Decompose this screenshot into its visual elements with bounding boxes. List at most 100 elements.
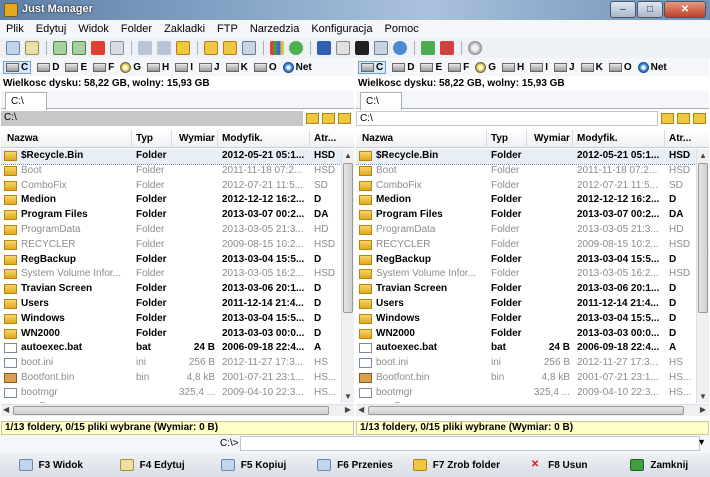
drive-i[interactable]: I — [530, 62, 548, 73]
column-modified[interactable]: Modyfik. — [222, 133, 263, 144]
column-divider[interactable] — [572, 130, 573, 148]
settings-gear-icon[interactable] — [468, 41, 482, 55]
disconnect-icon[interactable] — [440, 41, 454, 55]
f5-copy-button[interactable]: F5 Kopiuj — [203, 459, 304, 471]
folder-history-icon[interactable] — [306, 112, 319, 124]
horizontal-scrollbar[interactable]: ◀ ▶ — [1, 404, 354, 416]
f7-new-folder-button[interactable]: F7 Zrob folder — [406, 459, 507, 471]
drive-h[interactable]: H — [502, 62, 524, 73]
f8-delete-button[interactable]: ✕ F8 Usun — [507, 459, 608, 471]
column-type[interactable]: Typ — [136, 133, 153, 144]
list-item[interactable]: ComboFix Folder 2012-07-21 11:5... SD — [1, 179, 341, 194]
back-arrow-icon[interactable] — [138, 41, 152, 55]
close-button[interactable]: ✕ — [664, 1, 706, 18]
scroll-down-icon[interactable]: ▼ — [699, 392, 707, 401]
list-item[interactable]: RECYCLER Folder 2009-08-15 10:2... HSD — [356, 238, 696, 253]
list-item[interactable]: Program Files Folder 2013-03-07 00:2... DA — [1, 208, 341, 223]
horizontal-scrollbar[interactable]: ◀ ▶ — [356, 404, 709, 416]
list-item[interactable]: Medion Folder 2012-12-12 16:2... D — [1, 193, 341, 208]
column-size[interactable]: Wymiar — [179, 133, 215, 144]
drive-net[interactable]: Net — [282, 61, 312, 73]
search-icon[interactable] — [336, 41, 350, 55]
list-item[interactable]: WN2000 Folder 2013-03-03 00:0... D — [356, 327, 696, 342]
close-app-button[interactable]: Zamknij — [609, 459, 710, 471]
scroll-right-icon[interactable]: ▶ — [700, 405, 706, 414]
list-item[interactable]: Bootfont.bin bin 4,8 kB 2001-07-21 23:1... H… — [356, 371, 696, 386]
folder-root-icon[interactable] — [322, 112, 335, 124]
terminal-icon[interactable] — [355, 41, 369, 55]
drive-f[interactable]: F — [448, 62, 469, 73]
scroll-thumb[interactable] — [13, 406, 329, 415]
drive-h[interactable]: H — [147, 62, 169, 73]
tab-c[interactable]: C:\ — [5, 92, 47, 110]
scroll-right-icon[interactable]: ▶ — [345, 405, 351, 414]
menu-pomoc[interactable]: Pomoc — [385, 23, 419, 35]
delete-icon[interactable] — [91, 41, 105, 55]
list-item[interactable]: $Recycle.Bin Folder 2012-05-21 05:1... HSD — [356, 149, 696, 165]
menu-edytuj[interactable]: Edytuj — [36, 23, 67, 35]
drive-j[interactable]: J — [199, 62, 220, 73]
minimize-button[interactable]: – — [610, 1, 636, 18]
copy-icon[interactable] — [53, 41, 67, 55]
list-item[interactable]: $Recycle.Bin Folder 2012-05-21 05:1... HSD — [1, 149, 341, 165]
column-divider[interactable] — [664, 130, 665, 148]
column-divider[interactable] — [486, 130, 487, 148]
list-item[interactable]: boot.ini ini 256 B 2012-11-27 17:3... HS — [1, 356, 341, 371]
list-item[interactable]: System Volume Infor... Folder 2013-03-05 1… — [1, 267, 341, 282]
column-divider[interactable] — [131, 130, 132, 148]
drive-d[interactable]: D — [37, 62, 59, 73]
layout-icon[interactable] — [270, 41, 284, 55]
list-item[interactable]: autoexec.bat bat 24 B 2006-09-18 22:4... A — [1, 341, 341, 356]
view-icon[interactable] — [204, 41, 218, 55]
scroll-up-icon[interactable]: ▲ — [344, 151, 352, 160]
list-item[interactable]: WN2000 Folder 2013-03-03 00:0... D — [1, 327, 341, 342]
list-item[interactable]: Program Files Folder 2013-03-07 00:2... DA — [356, 208, 696, 223]
drive-c[interactable]: C — [358, 60, 387, 74]
drive-k[interactable]: K — [580, 62, 603, 73]
folder-up-icon[interactable] — [693, 112, 706, 124]
filter-icon[interactable] — [242, 41, 256, 55]
chevron-down-icon[interactable]: ▼ — [697, 437, 706, 447]
vertical-scrollbar[interactable]: ▲ ▼ — [341, 149, 354, 403]
list-item[interactable]: boot.ini ini 256 B 2012-11-27 17:3... HS — [356, 356, 696, 371]
new-tab-icon[interactable] — [6, 41, 20, 55]
column-divider[interactable] — [171, 130, 172, 148]
folder-history-icon[interactable] — [661, 112, 674, 124]
drive-k[interactable]: K — [225, 62, 248, 73]
properties-icon[interactable] — [110, 41, 124, 55]
list-item[interactable]: Windows Folder 2013-03-04 15:5... D — [1, 312, 341, 327]
connect-icon[interactable] — [421, 41, 435, 55]
drive-e[interactable]: E — [65, 62, 87, 73]
list-item[interactable]: Users Folder 2011-12-14 21:4... D — [1, 297, 341, 312]
list-item[interactable]: RegBackup Folder 2013-03-04 15:5... D — [1, 253, 341, 268]
drive-net[interactable]: Net — [637, 61, 667, 73]
folder-up-icon[interactable] — [176, 41, 190, 55]
list-item[interactable]: ComboFix Folder 2012-07-21 11:5... SD — [356, 179, 696, 194]
list-item[interactable]: RegBackup Folder 2013-03-04 15:5... D — [356, 253, 696, 268]
scroll-left-icon[interactable]: ◀ — [358, 405, 364, 414]
column-size[interactable]: Wymiar — [534, 133, 570, 144]
list-item[interactable]: Windows Folder 2013-03-04 15:5... D — [356, 312, 696, 327]
list-item[interactable]: bootmgr 325,4 ... 2009-04-10 22:3... HS... — [1, 386, 341, 401]
tab-c[interactable]: C:\ — [360, 92, 402, 110]
list-item[interactable]: bootmgr 325,4 ... 2009-04-10 22:3... HS... — [356, 386, 696, 401]
maximize-button[interactable]: □ — [637, 1, 663, 18]
column-attr[interactable]: Atr... — [314, 133, 336, 144]
list-item[interactable]: Travian Screen Folder 2013-03-06 20:1... D — [1, 282, 341, 297]
edit-icon[interactable] — [25, 41, 39, 55]
scroll-thumb[interactable] — [698, 163, 708, 313]
drive-g[interactable]: G — [475, 61, 496, 73]
folder-root-icon[interactable] — [677, 112, 690, 124]
list-item[interactable]: ProgramData Folder 2013-03-05 21:3... HD — [1, 223, 341, 238]
menu-narzedzia[interactable]: Narzedzia — [250, 23, 300, 35]
menu-widok[interactable]: Widok — [78, 23, 109, 35]
move-icon[interactable] — [72, 41, 86, 55]
drive-f[interactable]: F — [93, 62, 114, 73]
list-item[interactable]: System Volume Infor... Folder 2013-03-05 1… — [356, 267, 696, 282]
list-item[interactable]: Medion Folder 2012-12-12 16:2... D — [356, 193, 696, 208]
drive-e[interactable]: E — [420, 62, 442, 73]
list-item[interactable]: Boot Folder 2011-11-18 07:2... HSD — [356, 164, 696, 179]
drive-g[interactable]: G — [120, 61, 141, 73]
forward-arrow-icon[interactable] — [157, 41, 171, 55]
f3-view-button[interactable]: F3 Widok — [0, 459, 101, 471]
